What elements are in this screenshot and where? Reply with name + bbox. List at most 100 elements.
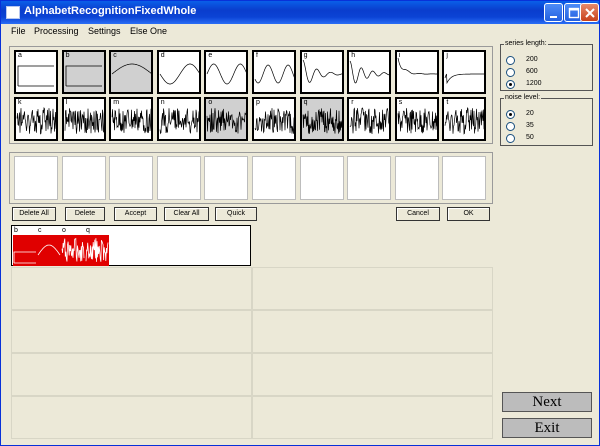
- next-button[interactable]: Next: [502, 392, 592, 412]
- signal-tile-i[interactable]: i: [394, 50, 439, 94]
- selection-slot[interactable]: [347, 156, 392, 200]
- result-cell: [252, 310, 493, 353]
- signal-tile-m[interactable]: m: [109, 97, 154, 141]
- signal-waveform: [159, 63, 199, 85]
- title-bar[interactable]: AlphabetRecognitionFixedWhole: [1, 1, 599, 24]
- delete-all-button[interactable]: Delete All: [12, 207, 56, 221]
- signal-tile-s[interactable]: s: [394, 97, 439, 141]
- menu-file[interactable]: File: [11, 26, 26, 36]
- signal-tile-b[interactable]: b: [61, 50, 106, 94]
- signal-tile-h[interactable]: h: [347, 50, 392, 94]
- waveform-line: [85, 238, 109, 262]
- close-button[interactable]: [580, 3, 599, 22]
- signal-tile-g[interactable]: g: [299, 50, 344, 94]
- delete-button[interactable]: Delete: [65, 207, 105, 221]
- signal-tile-o[interactable]: o: [204, 97, 249, 141]
- menu-settings[interactable]: Settings: [88, 26, 121, 36]
- signal-tile-q[interactable]: q: [299, 97, 344, 141]
- waveform-line: [17, 65, 54, 87]
- signal-tile-p[interactable]: p: [252, 97, 296, 141]
- signal-label: h: [351, 52, 356, 59]
- signal-tile-j[interactable]: j: [442, 50, 487, 94]
- signal-waveform: [65, 65, 102, 87]
- clear-all-button[interactable]: Clear All: [164, 207, 209, 221]
- signal-waveform: [111, 63, 152, 75]
- menu-processing[interactable]: Processing: [34, 26, 79, 36]
- result-tile-q: [85, 235, 109, 266]
- selection-slot[interactable]: [156, 156, 201, 200]
- signal-label: a: [18, 52, 22, 59]
- result-cell: [11, 267, 252, 310]
- noise-level-radio-20[interactable]: [506, 110, 515, 119]
- signal-tile-r[interactable]: r: [347, 97, 392, 141]
- signal-tile-n[interactable]: n: [156, 97, 201, 141]
- signal-label: t: [446, 99, 449, 106]
- waveform-line: [445, 73, 485, 85]
- result-tile-c: [37, 235, 61, 266]
- signal-tile-c[interactable]: c: [109, 50, 154, 94]
- signal-waveform: [254, 108, 294, 134]
- quick-button[interactable]: Quick: [215, 207, 257, 221]
- result-cell: [11, 353, 252, 396]
- noise-level-radio-50[interactable]: [506, 134, 515, 143]
- signal-tile-l[interactable]: l: [61, 97, 106, 141]
- signal-waveform: [302, 108, 342, 134]
- selection-slot[interactable]: [61, 156, 106, 200]
- selection-slot[interactable]: [394, 156, 439, 200]
- waveform-line: [349, 107, 390, 135]
- signal-palette: a b c d e f g h i j k l m n o p q r s t: [9, 46, 493, 144]
- signal-tile-f[interactable]: f: [252, 50, 296, 94]
- signal-waveform: [207, 108, 247, 134]
- signal-waveform: [159, 108, 199, 135]
- app-icon: [6, 6, 20, 19]
- selection-slot[interactable]: [299, 156, 344, 200]
- waveform-line: [111, 63, 152, 75]
- series-length-option-label: 600: [526, 68, 538, 75]
- signal-waveform: [17, 65, 54, 87]
- selection-slot[interactable]: [204, 156, 249, 200]
- signal-tile-e[interactable]: e: [204, 50, 249, 94]
- series-length-group: series length: 200 600 1200: [500, 40, 593, 91]
- waveform-line: [302, 108, 342, 134]
- series-length-radio-1200[interactable]: [506, 80, 515, 89]
- signal-label: f: [256, 52, 258, 59]
- signal-waveform: [349, 107, 390, 135]
- selection-slot[interactable]: [14, 156, 58, 200]
- exit-button[interactable]: Exit: [502, 418, 592, 438]
- signal-label: j: [446, 52, 448, 59]
- signal-label: m: [113, 99, 120, 106]
- signal-label: s: [398, 99, 403, 106]
- result-waveform: [85, 238, 109, 262]
- menu-else-one[interactable]: Else One: [130, 26, 167, 36]
- accept-button[interactable]: Accept: [114, 207, 157, 221]
- signal-waveform: [349, 60, 390, 84]
- selection-slot[interactable]: [442, 156, 487, 200]
- cancel-button[interactable]: Cancel: [396, 207, 440, 221]
- series-length-option-label: 200: [526, 56, 538, 63]
- series-length-radio-600[interactable]: [506, 68, 515, 77]
- waveform-line: [159, 108, 199, 135]
- result-cell: [11, 310, 252, 353]
- series-length-radio-200[interactable]: [506, 56, 515, 65]
- signal-tile-a[interactable]: a: [14, 50, 58, 94]
- signal-label: r: [351, 99, 354, 106]
- ok-button[interactable]: OK: [447, 207, 490, 221]
- waveform-line: [254, 108, 294, 134]
- waveform-line: [16, 107, 56, 135]
- series-length-title: series length:: [504, 40, 548, 47]
- signal-tile-d[interactable]: d: [156, 50, 201, 94]
- noise-level-title: noise level:: [504, 94, 542, 101]
- selection-slot[interactable]: [109, 156, 154, 200]
- recognition-result: bcoq: [11, 225, 251, 266]
- signal-tile-t[interactable]: t: [442, 97, 487, 141]
- close-icon: [585, 8, 595, 18]
- waveform-line: [254, 64, 294, 84]
- noise-level-option-label: 35: [526, 122, 534, 129]
- minimize-button[interactable]: [544, 3, 563, 22]
- noise-level-radio-35[interactable]: [506, 122, 515, 131]
- signal-label: b: [65, 52, 70, 59]
- signal-tile-k[interactable]: k: [14, 97, 58, 141]
- selection-slot[interactable]: [252, 156, 296, 200]
- signal-waveform: [397, 57, 437, 75]
- signal-label: o: [208, 99, 213, 106]
